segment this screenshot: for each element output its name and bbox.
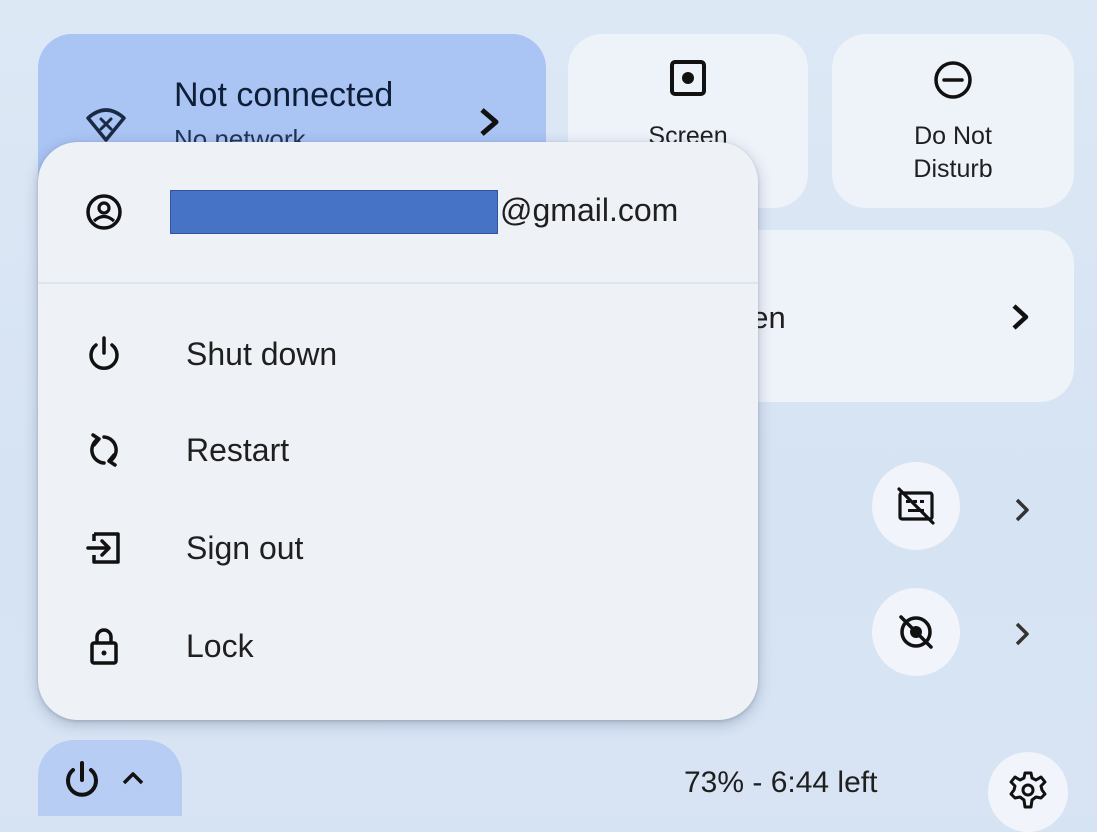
power-icon — [66, 761, 98, 797]
chevron-right-icon — [1012, 304, 1029, 330]
shut-down-label: Shut down — [186, 336, 338, 372]
camera-toggle-button[interactable] — [872, 588, 960, 676]
dnd-label-line1: Do Not — [914, 122, 992, 150]
lock-icon — [90, 628, 118, 665]
keyboard-toggle-button[interactable] — [872, 462, 960, 550]
dnd-label-line2: Disturb — [913, 155, 993, 183]
chevron-right-icon[interactable] — [1012, 618, 1032, 650]
settings-button[interactable] — [988, 752, 1068, 832]
account-circle-icon — [86, 194, 122, 230]
power-icon — [89, 336, 119, 370]
privacy-off-icon — [899, 615, 933, 649]
redacted-username — [170, 190, 498, 234]
gear-icon — [1009, 771, 1047, 809]
account-row: @gmail.com — [38, 142, 758, 282]
restart-item[interactable]: Restart — [38, 404, 758, 496]
do-not-disturb-label: Do Not Disturb — [832, 120, 1074, 186]
network-status-title: Not connected — [174, 76, 394, 114]
screen-capture-icon — [670, 60, 706, 96]
power-menu: @gmail.com Shut down Restart Sign out Lo… — [38, 142, 758, 720]
battery-status: 73% - 6:44 left — [684, 766, 878, 799]
menu-divider — [38, 282, 758, 284]
chevron-right-icon[interactable] — [474, 102, 504, 142]
restart-icon — [90, 433, 118, 467]
do-not-disturb-tile[interactable]: Do Not Disturb — [832, 34, 1074, 208]
sign-out-label: Sign out — [186, 530, 304, 566]
sign-out-icon — [86, 532, 120, 564]
do-not-disturb-icon — [934, 61, 972, 99]
power-menu-button[interactable] — [38, 740, 182, 816]
restart-label: Restart — [186, 432, 290, 468]
lock-label: Lock — [186, 628, 254, 664]
shut-down-item[interactable]: Shut down — [38, 308, 758, 400]
lock-item[interactable]: Lock — [38, 600, 758, 692]
sign-out-item[interactable]: Sign out — [38, 502, 758, 594]
chevron-up-icon — [122, 772, 144, 785]
account-email-suffix: @gmail.com — [500, 192, 679, 228]
chevron-right-icon[interactable] — [1012, 494, 1032, 526]
keyboard-off-icon — [897, 487, 935, 525]
